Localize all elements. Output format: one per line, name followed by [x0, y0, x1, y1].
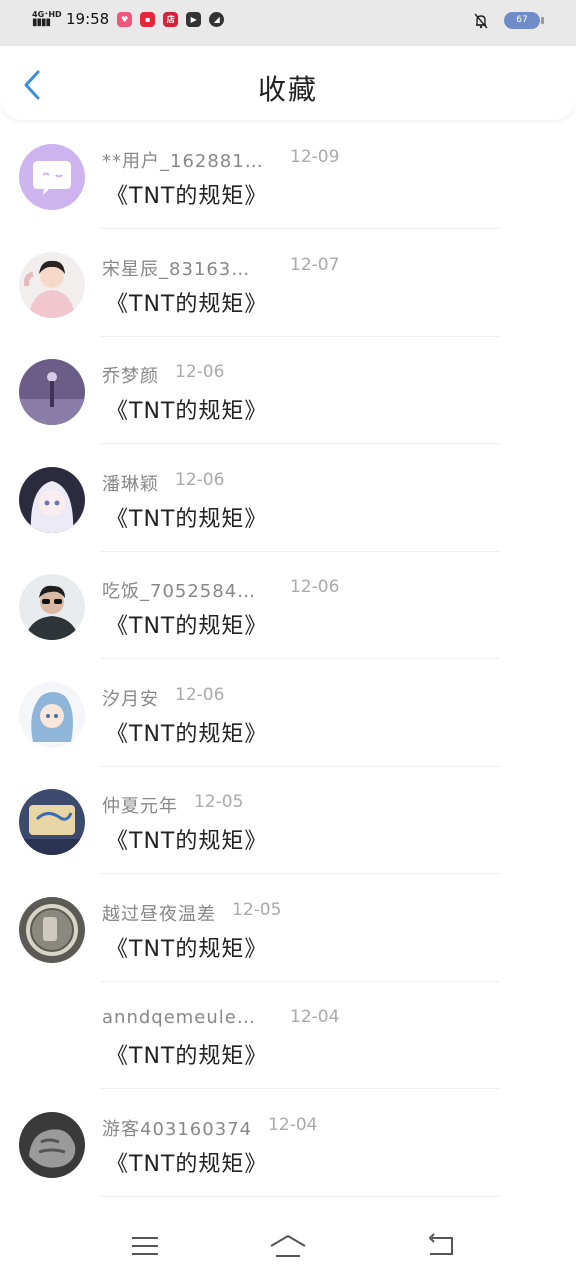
item-date: 12-04 — [268, 1114, 318, 1135]
compass-icon: ◢ — [209, 11, 225, 27]
user-line: 吃饭_7052584… 12-06 — [102, 577, 339, 603]
novel-title: 《TNT的规矩》 — [106, 1044, 268, 1069]
user-line: 潘琳颖 12-06 — [102, 470, 224, 496]
list-item[interactable]: 越过昼夜温差 12-05 《TNT的规矩》 — [0, 873, 576, 982]
avatar — [19, 681, 85, 748]
user-line: 仲夏元年 12-05 — [102, 792, 243, 818]
return-icon[interactable] — [422, 1228, 458, 1264]
favorites-list: **用户_162881… 12-09 《TNT的规矩》 宋星辰_83163… 1… — [0, 120, 576, 1197]
novel-title: 《TNT的规矩》 — [106, 291, 268, 317]
user-line: anndqemeulem… 12-04 — [102, 1007, 339, 1028]
avatar — [19, 359, 85, 425]
list-item[interactable]: 仲夏元年 12-05 《TNT的规矩》 — [0, 765, 576, 874]
status-left: 4G⁺HD ▮▮▮▮ 19:58 ♥ ▪ 店 ▶ ◢ — [32, 10, 232, 28]
avatar — [19, 789, 85, 855]
avatar — [19, 251, 85, 318]
list-item[interactable]: 潘琳颖 12-06 《TNT的规矩》 — [0, 443, 576, 552]
user-name: **用户_162881… — [102, 151, 264, 172]
user-name: 仲夏元年 — [102, 796, 178, 817]
play-icon: ▶ — [186, 11, 202, 27]
list-item[interactable]: 游客403160374 12-04 《TNT的规矩》 — [0, 1088, 576, 1197]
signal-icon: 4G⁺HD ▮▮▮▮ — [32, 10, 62, 28]
avatar — [19, 466, 85, 533]
nav-bar: 收藏 — [0, 46, 576, 120]
user-line: 汐月安 12-06 — [102, 685, 224, 711]
app-pink-icon: ♥ — [117, 11, 133, 27]
status-time: 19:58 — [66, 10, 110, 28]
shop-icon: 店 — [163, 11, 179, 27]
item-date: 12-05 — [232, 899, 282, 920]
system-nav-bar — [0, 1208, 576, 1280]
user-name: 游客403160374 — [102, 1118, 253, 1140]
item-date: 12-06 — [175, 362, 225, 382]
user-name: 潘琳颖 — [102, 473, 159, 495]
divider — [100, 1195, 500, 1197]
chat-bubble-icon — [33, 161, 71, 195]
user-name: 宋星辰_83163… — [102, 258, 251, 280]
novel-title: 《TNT的规矩》 — [106, 614, 268, 639]
novel-title: 《TNT的规矩》 — [106, 936, 268, 962]
user-name: 越过昼夜温差 — [102, 903, 216, 925]
home-icon[interactable] — [268, 1228, 308, 1264]
list-item[interactable]: 宋星辰_83163… 12-07 《TNT的规矩》 — [0, 228, 576, 337]
status-right: 67 — [474, 12, 544, 29]
user-name: anndqemeulem… — [102, 1007, 264, 1028]
list-item[interactable]: 汐月安 12-06 《TNT的规矩》 — [0, 658, 576, 767]
item-date: 12-07 — [290, 254, 340, 275]
user-line: **用户_162881… 12-09 — [102, 147, 339, 173]
list-item[interactable]: **用户_162881… 12-09 《TNT的规矩》 — [0, 120, 576, 229]
avatar — [19, 1111, 85, 1178]
novel-title: 《TNT的规矩》 — [106, 399, 268, 424]
item-date: 12-09 — [290, 147, 340, 167]
user-name: 汐月安 — [102, 688, 159, 710]
user-line: 游客403160374 12-04 — [102, 1115, 317, 1141]
novel-title: 《TNT的规矩》 — [106, 506, 268, 532]
item-date: 12-04 — [290, 1007, 340, 1027]
item-date: 12-05 — [194, 792, 244, 812]
user-line: 乔梦颜 12-06 — [102, 362, 224, 388]
bell-off-icon — [474, 13, 488, 28]
avatar — [19, 896, 85, 963]
page-title: 收藏 — [257, 73, 318, 106]
status-bar: 4G⁺HD ▮▮▮▮ 19:58 ♥ ▪ 店 ▶ ◢ 67 — [0, 0, 576, 46]
user-name: 吃饭_7052584… — [102, 581, 257, 602]
list-item[interactable]: anndqemeulem… 12-04 《TNT的规矩》 — [0, 980, 576, 1089]
app-red-icon: ▪ — [140, 11, 156, 27]
avatar — [19, 144, 85, 210]
list-item[interactable]: 吃饭_7052584… 12-06 《TNT的规矩》 — [0, 550, 576, 659]
avatar — [19, 574, 85, 640]
battery-icon: 67 — [504, 12, 544, 29]
novel-title: 《TNT的规矩》 — [106, 1151, 268, 1177]
novel-title: 《TNT的规矩》 — [106, 829, 268, 854]
menu-icon[interactable] — [126, 1228, 162, 1264]
list-item[interactable]: 乔梦颜 12-06 《TNT的规矩》 — [0, 335, 576, 444]
user-line: 越过昼夜温差 12-05 — [102, 900, 281, 926]
novel-title: 《TNT的规矩》 — [106, 721, 268, 747]
novel-title: 《TNT的规矩》 — [106, 184, 268, 209]
item-date: 12-06 — [175, 684, 225, 705]
user-name: 乔梦颜 — [102, 366, 159, 387]
user-line: 宋星辰_83163… 12-07 — [102, 255, 339, 281]
item-date: 12-06 — [290, 577, 340, 597]
item-date: 12-06 — [175, 469, 225, 490]
